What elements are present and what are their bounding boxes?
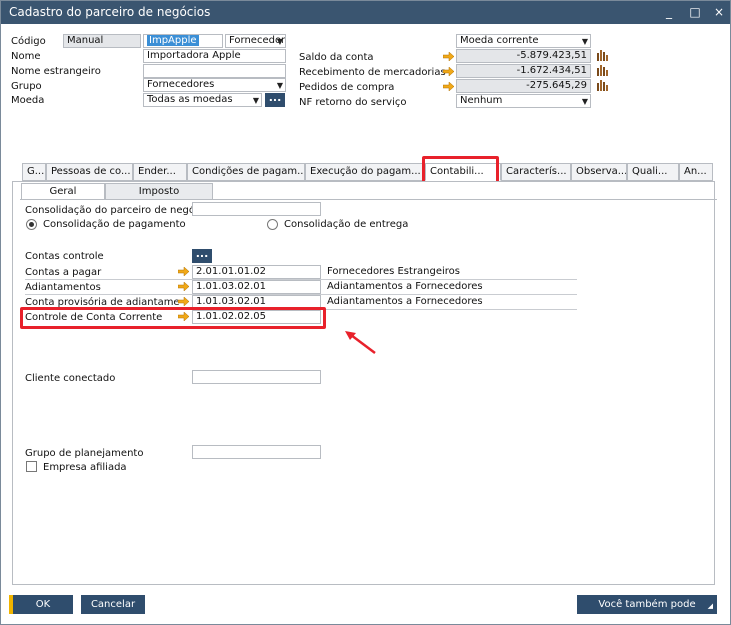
grupo-label: Grupo bbox=[11, 81, 42, 92]
bar-chart-icon[interactable] bbox=[596, 64, 608, 76]
nf-retorno-label: NF retorno do serviço bbox=[299, 97, 407, 108]
field-highlight-box bbox=[20, 307, 326, 329]
adiantamentos-label: Adiantamentos bbox=[25, 282, 101, 293]
radio-consolidacao-pagamento[interactable] bbox=[26, 219, 37, 230]
minimize-button[interactable]: _ bbox=[657, 1, 681, 24]
cancel-button[interactable]: Cancelar bbox=[81, 595, 145, 614]
consolidacao-input[interactable] bbox=[192, 202, 321, 216]
tab-qualificacao[interactable]: Quali... bbox=[627, 163, 679, 181]
contabilidade-panel: Geral Imposto bbox=[12, 181, 717, 585]
link-arrow-icon[interactable] bbox=[178, 297, 189, 306]
radio-consolidacao-entrega[interactable] bbox=[267, 219, 278, 230]
adiantamentos-desc: Adiantamentos a Fornecedores bbox=[327, 281, 483, 292]
codigo-input[interactable]: ImpApple bbox=[143, 34, 223, 48]
empresa-afiliada-label: Empresa afiliada bbox=[43, 462, 127, 473]
bar-chart-icon[interactable] bbox=[596, 79, 608, 91]
empresa-afiliada-checkbox[interactable] bbox=[26, 461, 37, 472]
chevron-down-icon: ▼ bbox=[252, 96, 259, 105]
contas-controle-button[interactable]: ... bbox=[192, 248, 212, 263]
conta-provisoria-desc: Adiantamentos a Fornecedores bbox=[327, 296, 483, 307]
codigo-series-select[interactable]: Manual bbox=[63, 34, 141, 48]
maximize-button[interactable]: □ bbox=[683, 1, 707, 24]
recebimento-value: -1.672.434,51 bbox=[456, 64, 591, 78]
tab-geral[interactable]: G... bbox=[22, 163, 46, 181]
cliente-conectado-input[interactable] bbox=[192, 370, 321, 384]
tab-enderecos[interactable]: Ender... bbox=[133, 163, 187, 181]
link-arrow-icon[interactable] bbox=[443, 67, 454, 76]
tab-execucao-pagamento[interactable]: Execução do pagam... bbox=[305, 163, 425, 181]
ok-button[interactable]: OK bbox=[13, 595, 73, 614]
nome-input[interactable]: Importadora Apple bbox=[143, 49, 286, 63]
close-button[interactable]: × bbox=[707, 1, 730, 24]
radio-entrega-label: Consolidação de entrega bbox=[284, 219, 409, 230]
grupo-planejamento-label: Grupo de planejamento bbox=[25, 448, 144, 459]
adiantamentos-input[interactable]: 1.01.03.02.01 bbox=[192, 280, 321, 294]
tab-anexos[interactable]: An... bbox=[679, 163, 713, 181]
link-arrow-icon[interactable] bbox=[443, 52, 454, 61]
radio-pagamento-label: Consolidação de pagamento bbox=[43, 219, 186, 230]
nome-label: Nome bbox=[11, 51, 41, 62]
tab-condicoes-pagamento[interactable]: Condições de pagam... bbox=[187, 163, 305, 181]
bar-chart-icon[interactable] bbox=[596, 49, 608, 61]
pointer-arrow-icon bbox=[345, 331, 376, 354]
grupo-planejamento-input[interactable] bbox=[192, 445, 321, 459]
currency-display-select[interactable]: Moeda corrente ▼ bbox=[456, 34, 591, 48]
subtab-geral[interactable]: Geral bbox=[21, 183, 105, 200]
chevron-down-icon: ▼ bbox=[276, 37, 283, 46]
contas-a-pagar-input[interactable]: 2.01.01.01.02 bbox=[192, 265, 321, 279]
nome-estrangeiro-label: Nome estrangeiro bbox=[11, 66, 101, 77]
saldo-value: -5.879.423,51 bbox=[456, 49, 591, 63]
contas-controle-label: Contas controle bbox=[25, 251, 104, 262]
chevron-down-icon: ▼ bbox=[581, 37, 588, 46]
voce-tambem-pode-button[interactable]: Você também pode ◢ bbox=[577, 595, 717, 614]
tab-observacoes[interactable]: Observa... bbox=[571, 163, 627, 181]
geral-subpanel bbox=[20, 199, 717, 585]
tab-pessoas-de-contato[interactable]: Pessoas de co... bbox=[46, 163, 133, 181]
title-bar: Cadastro do parceiro de negócios _ □ × bbox=[1, 1, 730, 24]
link-arrow-icon[interactable] bbox=[443, 82, 454, 91]
codigo-label: Código bbox=[11, 36, 46, 47]
nome-estrangeiro-input[interactable] bbox=[143, 64, 286, 78]
nf-retorno-select[interactable]: Nenhum ▼ bbox=[456, 94, 591, 108]
chevron-down-icon: ▼ bbox=[581, 97, 588, 106]
saldo-label: Saldo da conta bbox=[299, 52, 374, 63]
link-arrow-icon[interactable] bbox=[178, 282, 189, 291]
contas-a-pagar-desc: Fornecedores Estrangeiros bbox=[327, 266, 461, 277]
partner-type-select[interactable]: Fornecedor ▼ bbox=[225, 34, 286, 48]
recebimento-label: Recebimento de mercadorias bbox=[299, 67, 446, 78]
cliente-conectado-label: Cliente conectado bbox=[25, 373, 116, 384]
business-partner-window: Cadastro do parceiro de negócios _ □ × C… bbox=[0, 0, 731, 625]
pedidos-label: Pedidos de compra bbox=[299, 82, 395, 93]
subtab-imposto[interactable]: Imposto bbox=[105, 183, 213, 200]
moeda-select[interactable]: Todas as moedas ▼ bbox=[143, 93, 262, 107]
consolidacao-label: Consolidação do parceiro de negó bbox=[25, 205, 195, 216]
pedidos-value: -275.645,29 bbox=[456, 79, 591, 93]
tab-caracteristicas[interactable]: Caracterís... bbox=[501, 163, 571, 181]
moeda-label: Moeda bbox=[11, 95, 45, 106]
grupo-select[interactable]: Fornecedores ▼ bbox=[143, 78, 286, 92]
window-title: Cadastro do parceiro de negócios bbox=[9, 5, 211, 19]
corner-arrow-icon: ◢ bbox=[707, 602, 713, 610]
moeda-browse-button[interactable]: ... bbox=[265, 92, 285, 107]
contas-a-pagar-label: Contas a pagar bbox=[25, 267, 102, 278]
link-arrow-icon[interactable] bbox=[178, 267, 189, 276]
